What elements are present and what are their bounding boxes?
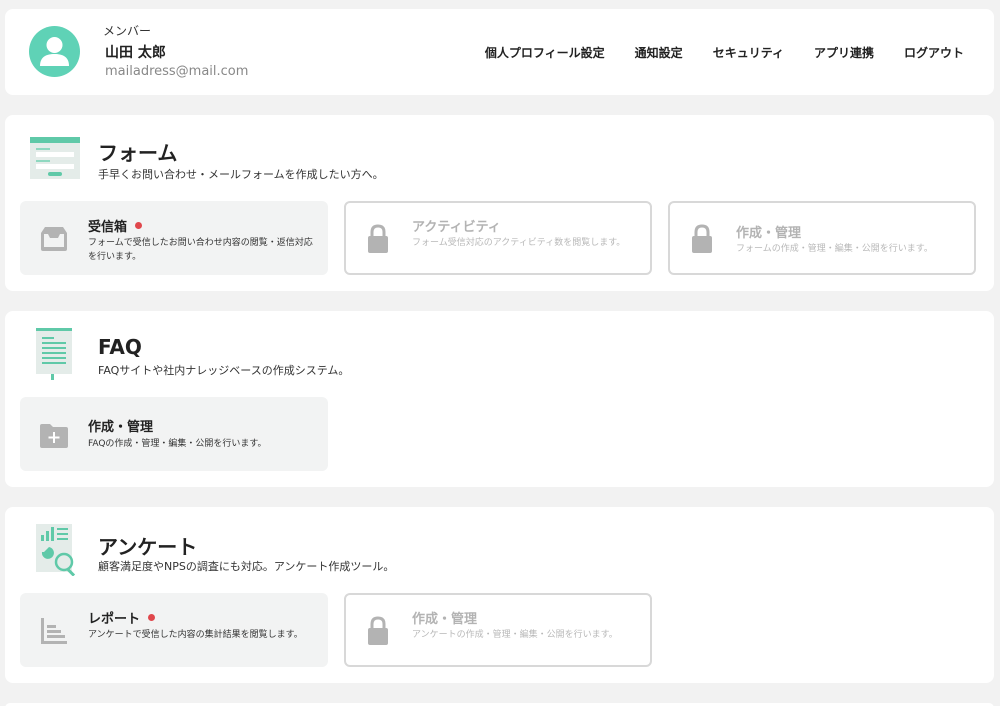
nav-logout[interactable]: ログアウト (904, 44, 964, 61)
lock-icon (360, 613, 396, 649)
survey-section-icon (36, 524, 82, 580)
form-section-icon (30, 137, 80, 183)
user-name: 山田 太郎 (105, 45, 166, 61)
faq-manage-tile[interactable]: 作成・管理 FAQの作成・管理・編集・公開を行います。 (20, 397, 328, 471)
form-manage-tile: 作成・管理 フォームの作成・管理・編集・公開を行います。 (668, 201, 976, 275)
survey-manage-tile: 作成・管理 アンケートの作成・管理・編集・公開を行います。 (344, 593, 652, 667)
survey-report-title: レポート (88, 612, 141, 627)
folder-plus-icon (36, 417, 72, 453)
form-manage-title: 作成・管理 (736, 226, 802, 241)
header-nav: 個人プロフィール設定 通知設定 セキュリティ アプリ連携 ログアウト (485, 44, 964, 61)
lock-icon (360, 221, 396, 257)
inbox-icon (36, 221, 72, 257)
user-role: メンバー (103, 24, 152, 38)
nav-notification-settings[interactable]: 通知設定 (635, 44, 683, 61)
survey-report-tile[interactable]: レポート アンケートで受信した内容の集計結果を閲覧します。 (20, 593, 328, 667)
faq-section-description: FAQサイトや社内ナレッジベースの作成システム。 (98, 364, 350, 377)
faq-manage-title: 作成・管理 (88, 420, 154, 435)
survey-section-description: 顧客満足度やNPSの調査にも対応。アンケート作成ツール。 (98, 560, 395, 573)
faq-manage-description: FAQの作成・管理・編集・公開を行います。 (88, 439, 267, 449)
section-faq: FAQ FAQサイトや社内ナレッジベースの作成システム。 作成・管理 FAQの作… (5, 311, 994, 487)
form-inbox-description: フォームで受信したお問い合わせ内容の閲覧・返信対応を行います。 (88, 238, 313, 262)
survey-report-description: アンケートで受信した内容の集計結果を閲覧します。 (88, 630, 303, 640)
nav-profile-settings[interactable]: 個人プロフィール設定 (485, 44, 605, 61)
form-inbox-title: 受信箱 (88, 220, 128, 235)
unread-badge (135, 222, 143, 229)
form-activity-title: アクティビティ (412, 220, 501, 235)
lock-icon (684, 221, 720, 257)
survey-section-title: アンケート (98, 535, 198, 559)
form-activity-tile: アクティビティ フォーム受信対応のアクティビティ数を閲覧します。 (344, 201, 652, 275)
faq-section-title: FAQ (98, 335, 142, 359)
nav-app-integrations[interactable]: アプリ連携 (814, 44, 874, 61)
section-form: フォーム 手早くお問い合わせ・メールフォームを作成したい方へ。 受信箱 フォーム… (5, 115, 994, 291)
user-email: mailadress@mail.com (105, 64, 249, 79)
form-section-description: 手早くお問い合わせ・メールフォームを作成したい方へ。 (98, 168, 384, 181)
form-inbox-tile[interactable]: 受信箱 フォームで受信したお問い合わせ内容の閲覧・返信対応を行います。 (20, 201, 328, 275)
user-avatar-icon[interactable] (29, 26, 80, 77)
section-survey: アンケート 顧客満足度やNPSの調査にも対応。アンケート作成ツール。 レポート … (5, 507, 994, 683)
report-icon (36, 613, 72, 649)
form-manage-description: フォームの作成・管理・編集・公開を行います。 (736, 244, 933, 254)
survey-manage-description: アンケートの作成・管理・編集・公開を行います。 (412, 630, 618, 640)
nav-security[interactable]: セキュリティ (713, 44, 784, 61)
survey-manage-title: 作成・管理 (412, 612, 478, 627)
form-section-title: フォーム (98, 141, 178, 165)
user-header: メンバー 山田 太郎 mailadress@mail.com 個人プロフィール設… (5, 9, 994, 95)
unread-badge (148, 614, 156, 621)
faq-section-icon (36, 328, 74, 384)
form-activity-description: フォーム受信対応のアクティビティ数を閲覧します。 (412, 238, 626, 248)
